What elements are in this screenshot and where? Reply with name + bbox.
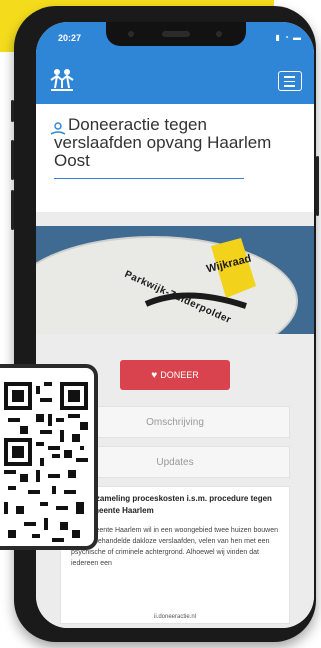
mute-switch: [11, 100, 14, 122]
hamburger-line: [284, 85, 295, 87]
donate-button[interactable]: ♥ DONEER: [120, 360, 230, 390]
speaker-grille: [162, 31, 190, 37]
power-button: [316, 156, 319, 216]
page-title: Doneeractie tegen verslaafden opvang Haa…: [54, 115, 272, 170]
hamburger-menu-button[interactable]: [278, 71, 302, 91]
tab-label: Updates: [156, 456, 194, 468]
yellow-sign-shape: [144, 238, 256, 309]
phone-notch: [106, 22, 246, 46]
update-body: De gemeente Haarlem wil in een woongebie…: [71, 527, 279, 567]
status-time: 20:27: [58, 33, 82, 43]
donate-button-label: DONEER: [160, 370, 199, 380]
status-bar: 20:27 ▮ ◔ ▬: [36, 22, 314, 56]
footer-site: ii.doneeractie.nl: [153, 614, 197, 620]
volume-up-button: [11, 140, 14, 180]
heart-icon: ♥: [151, 369, 158, 381]
sensor-dot: [128, 31, 134, 37]
title-underline: [54, 178, 244, 179]
camera-dot: [216, 31, 222, 37]
hamburger-line: [284, 80, 295, 82]
tab-label: Omschrijving: [146, 416, 204, 428]
hero-image: Wijkraad Parkwijk-Zuiderpolder: [36, 226, 314, 334]
qr-code-lower: [4, 470, 84, 542]
signal-wifi-battery-icon: ▮ ◔ ▬: [275, 33, 302, 42]
update-title: Geldinzameling proceskosten i.s.m. proce…: [71, 494, 272, 515]
qr-code-panel: [0, 364, 98, 550]
volume-down-button: [11, 190, 14, 230]
hamburger-line: [284, 76, 295, 78]
logo-icon[interactable]: [48, 66, 76, 94]
promo-stage: 20:27 ▮ ◔ ▬ Doneeractie tegen verslaafde…: [0, 0, 321, 648]
top-navbar: [36, 56, 314, 104]
qr-code[interactable]: [4, 382, 88, 466]
